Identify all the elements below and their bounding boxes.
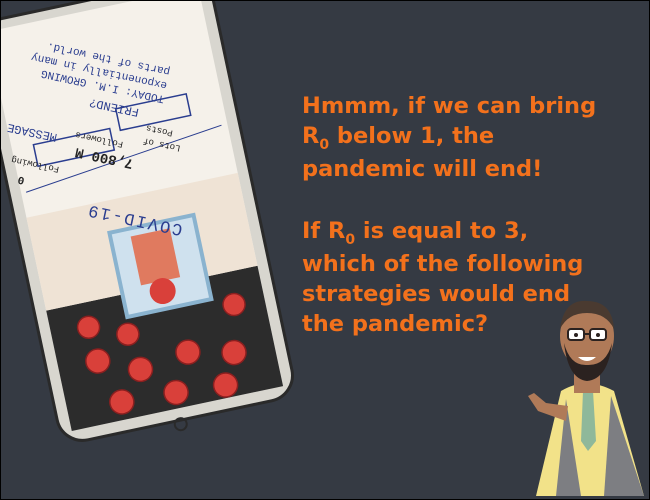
question-part-1: If R <box>302 218 346 244</box>
vest-right <box>604 396 644 496</box>
eye-right <box>596 333 600 337</box>
phone-illustration: COVID-19 7,800 M Followers 0 Following L… <box>1 1 321 451</box>
statement: Hmmm, if we can bring R0 below 1, the pa… <box>302 91 602 184</box>
scientist-character <box>528 300 644 496</box>
subscript-zero: 0 <box>319 137 330 153</box>
slide: COVID-19 7,800 M Followers 0 Following L… <box>0 0 650 500</box>
eye-left <box>574 333 578 337</box>
statement-part-2: below 1, the pandemic will end! <box>302 123 543 182</box>
subscript-zero: 0 <box>345 232 356 248</box>
